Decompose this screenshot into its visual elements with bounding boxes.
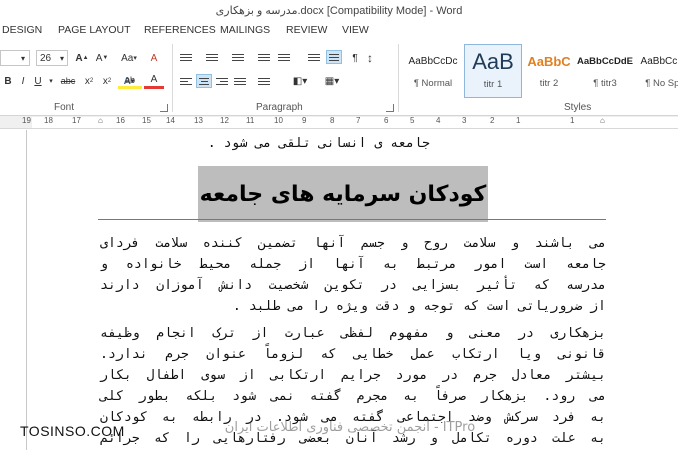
justify-icon[interactable] [232, 74, 248, 88]
style-titr3[interactable]: AaBbCcDdE ¶ titr3 [576, 44, 634, 98]
tab-references[interactable]: REFERENCES [144, 24, 216, 36]
ruler-number: 5 [410, 116, 415, 125]
document-page[interactable]: جامعه ی انسانی تلقی می شود . کودکان سرما… [0, 130, 678, 450]
change-case-icon[interactable]: Aa ▾ [118, 50, 140, 66]
body-line: از ضروریاتی است که توجه و دقت ویژه را می… [232, 299, 606, 314]
shading-icon[interactable]: ◧▾ [288, 73, 312, 89]
tab-review[interactable]: REVIEW [286, 24, 327, 36]
page-margin-line [26, 130, 27, 450]
highlight-color-button[interactable]: ab [118, 73, 142, 89]
divider [398, 44, 399, 112]
ruler-track [32, 117, 678, 128]
sort-icon[interactable]: ↕ [364, 50, 376, 66]
font-group-label: Font [54, 102, 75, 113]
ruler-number: 2 [490, 116, 495, 125]
borders-icon[interactable]: ▦▾ [320, 73, 344, 89]
heading-box: کودکان سرمایه های جامعه [198, 166, 488, 222]
heading-rule [98, 219, 606, 220]
shrink-font-icon[interactable]: A ▼ [94, 50, 110, 66]
numbering-icon[interactable] [204, 50, 220, 64]
rtl-direction-icon[interactable] [326, 50, 342, 64]
styles-gallery: AaBbCcDc ¶ Normal AaB titr 1 AaBbC titr … [404, 44, 678, 98]
ltr-direction-icon[interactable] [306, 50, 322, 64]
superscript-button[interactable]: x2 [100, 73, 114, 89]
document-heading: کودکان سرمایه های جامعه [199, 181, 487, 207]
font-color-button[interactable]: A [144, 73, 164, 89]
styles-group-label: Styles [564, 102, 592, 113]
ruler-number: 17 [72, 116, 81, 125]
tab-mailings[interactable]: MAILINGS [220, 24, 270, 36]
align-left-icon[interactable] [178, 74, 194, 88]
tab-design[interactable]: DESIGN [2, 24, 42, 36]
ruler-number: 11 [246, 116, 255, 125]
font-name-select[interactable]: ▾ [0, 50, 30, 66]
style-titr-1[interactable]: AaB titr 1 [464, 44, 522, 98]
ruler-number: 15 [142, 116, 151, 125]
ruler-indent-marker[interactable]: ⌂ [98, 116, 103, 125]
ruler-number: 10 [274, 116, 283, 125]
body-line: جامعه است امور مرتبط به آنها از جمله محی… [100, 257, 606, 272]
body-line: مدرسه که تأثیر بسزایی در تکوین شخصیت دان… [100, 278, 606, 293]
ruler-number: 9 [302, 116, 307, 125]
ruler-number: 14 [166, 116, 175, 125]
ruler-number: 7 [356, 116, 361, 125]
center-watermark: ITPro - انجمن تخصصی فناوری اطلاعات ایران [224, 420, 476, 435]
chevron-down-icon[interactable]: ▾ [48, 73, 54, 89]
increase-indent-icon[interactable] [276, 50, 292, 64]
body-line: قانونی ویا ارتکاب عمل خطایی که لزوماً عن… [100, 347, 606, 362]
multilevel-list-icon[interactable] [230, 50, 246, 64]
body-line: جامعه ی انسانی تلقی می شود . [207, 136, 430, 151]
bold-button[interactable]: B [2, 73, 14, 89]
strikethrough-button[interactable]: abc [58, 73, 78, 89]
italic-button[interactable]: I [18, 73, 28, 89]
font-size-value: 26 [40, 52, 52, 64]
ruler-number: 1 [570, 116, 575, 125]
ruler-number: 16 [116, 116, 125, 125]
body-line: بیشتر معادل جرم در مورد جرایم ارتکابی از… [100, 368, 606, 383]
ruler-number: 19 [22, 116, 31, 125]
decrease-indent-icon[interactable] [256, 50, 272, 64]
align-center-icon[interactable] [196, 74, 212, 88]
line-spacing-icon[interactable] [256, 74, 272, 88]
ruler-number: 18 [44, 116, 53, 125]
title-bar: مدرسه و بزهکاری.docx [Compatibility Mode… [0, 0, 678, 20]
ruler-number: 6 [384, 116, 389, 125]
ruler-number: 12 [220, 116, 229, 125]
bullets-icon[interactable] [178, 50, 194, 64]
paragraph-group-label: Paragraph [256, 102, 303, 113]
tab-view[interactable]: VIEW [342, 24, 369, 36]
ruler[interactable]: 19 18 17 ⌂ 16 15 14 13 12 11 10 9 8 7 6 … [0, 116, 678, 129]
subscript-button[interactable]: x2 [82, 73, 96, 89]
align-right-icon[interactable] [214, 74, 230, 88]
underline-button[interactable]: U [32, 73, 44, 89]
style-no-spacing[interactable]: AaBbCcDc ¶ No Spa [636, 44, 678, 98]
ruler-number: 8 [330, 116, 335, 125]
site-watermark: TOSINSO.COM [20, 423, 125, 439]
style-titr-2[interactable]: AaBbC titr 2 [520, 44, 578, 98]
clear-formatting-icon[interactable]: A [146, 50, 162, 66]
body-line: می رود. بزهکار صرفاً به مجرم گفته نمی شو… [100, 389, 606, 404]
ruler-number: 3 [462, 116, 467, 125]
body-line: می باشند و سلامت روح و جسم آنها تضمین کن… [100, 236, 606, 251]
ruler-number: 4 [436, 116, 441, 125]
ruler-number: 1 [516, 116, 521, 125]
tab-page-layout[interactable]: PAGE LAYOUT [58, 24, 131, 36]
show-hide-pilcrow-icon[interactable]: ¶ [348, 50, 362, 66]
ruler-indent-marker[interactable]: ⌂ [600, 116, 605, 125]
font-size-select[interactable]: 26 ▾ [36, 50, 68, 66]
font-dialog-launcher-icon[interactable] [160, 104, 168, 112]
chevron-down-icon: ▾ [59, 53, 64, 63]
window-title: مدرسه و بزهکاری.docx [Compatibility Mode… [215, 4, 463, 17]
paragraph-dialog-launcher-icon[interactable] [386, 104, 394, 112]
body-line: بزهکاری در معنی و مفهوم لفظی عبارت از تر… [100, 326, 606, 341]
divider [172, 44, 173, 112]
grow-font-icon[interactable]: A ▲ [74, 50, 90, 66]
ribbon: ▾ 26 ▾ A ▲ A ▼ Aa ▾ A B I U ▾ abc x2 x2 A ▾ a… [0, 40, 678, 116]
style-normal[interactable]: AaBbCcDc ¶ Normal [404, 44, 462, 98]
ruler-number: 13 [194, 116, 203, 125]
